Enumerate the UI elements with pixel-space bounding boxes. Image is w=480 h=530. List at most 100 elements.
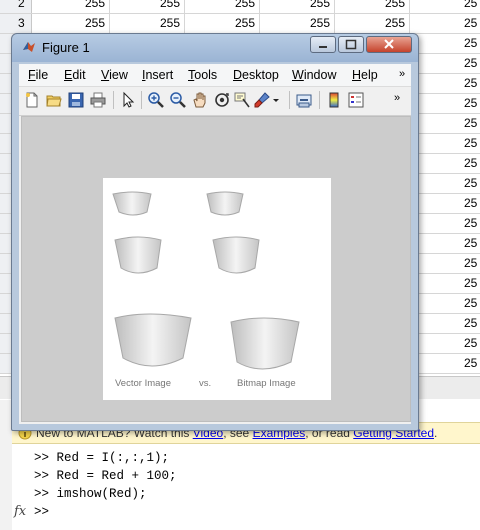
data-cursor-icon[interactable] [233, 91, 251, 109]
menu-label: esktop [242, 68, 279, 82]
table-cell[interactable]: 25 [410, 34, 480, 53]
table-cell[interactable]: 25 [410, 114, 480, 133]
figure-canvas: Vector Image vs. Bitmap Image [21, 116, 411, 422]
command-line: >> imshow(Red); [34, 487, 147, 501]
table-cell[interactable]: 25 [410, 354, 480, 373]
table-cell[interactable]: 255 [260, 14, 335, 33]
new-figure-icon[interactable] [23, 91, 41, 109]
table-cell[interactable]: 25 [410, 274, 480, 293]
toolbar-separator [141, 91, 142, 109]
menu-label: ools [194, 68, 218, 82]
row-header[interactable]: 2 [0, 0, 32, 13]
coffee-cup-image [112, 191, 300, 370]
table-cell[interactable]: 255 [335, 14, 410, 33]
table-cell[interactable]: 25 [410, 314, 480, 333]
toolbar-separator [289, 91, 290, 109]
minimize-icon [319, 46, 327, 48]
figure-toolbar: » [19, 87, 411, 116]
command-window[interactable]: >> Red = I(:,:,1); >> Red = Red + 100; >… [12, 444, 480, 530]
menu-mnemonic: W [292, 68, 304, 82]
close-button[interactable] [366, 36, 412, 53]
menu-mnemonic: D [233, 68, 243, 82]
image-caption-left: Vector Image [115, 378, 171, 389]
table-cell[interactable]: 255 [185, 0, 260, 13]
command-line: >> Red = I(:,:,1); [34, 451, 170, 465]
figure-window[interactable]: Figure 1 File Edit View Insert Tools Des… [11, 33, 419, 431]
menu-window[interactable]: Window [292, 68, 336, 82]
table-cell[interactable]: 255 [185, 14, 260, 33]
table-row: 3 255 255 255 255 255 25 [0, 14, 480, 34]
link-plot-icon[interactable] [295, 91, 313, 109]
zoom-out-icon[interactable] [169, 91, 187, 109]
menu-file[interactable]: File [28, 68, 48, 82]
table-cell[interactable]: 255 [260, 0, 335, 13]
image-caption-mid: vs. [199, 378, 212, 389]
brush-dropdown-chevron-down-icon[interactable] [271, 91, 281, 109]
print-icon[interactable] [89, 91, 107, 109]
menu-label: iew [109, 68, 128, 82]
menu-label: nsert [145, 68, 174, 82]
menu-view[interactable]: View [101, 68, 128, 82]
table-cell[interactable]: 25 [410, 334, 480, 353]
menu-desktop[interactable]: Desktop [233, 68, 279, 82]
command-prompt[interactable]: >> [34, 505, 57, 519]
figure-menubar: File Edit View Insert Tools Desktop Wind… [19, 64, 411, 87]
rotate-3d-icon[interactable] [213, 91, 231, 109]
window-title: Figure 1 [42, 40, 90, 55]
table-cell[interactable]: 255 [110, 0, 185, 13]
table-cell[interactable]: 25 [410, 174, 480, 193]
menu-label: dit [72, 68, 86, 82]
maximize-icon [345, 39, 357, 50]
table-cell[interactable]: 25 [410, 0, 480, 13]
table-cell[interactable]: 255 [110, 14, 185, 33]
menu-label: elp [361, 68, 378, 82]
table-cell[interactable]: 25 [410, 234, 480, 253]
table-row: 2 255 255 255 255 255 25 [0, 0, 480, 14]
menu-mnemonic: F [28, 68, 36, 82]
toolbar-separator [319, 91, 320, 109]
displayed-image: Vector Image vs. Bitmap Image [103, 178, 331, 400]
menu-edit[interactable]: Edit [64, 68, 86, 82]
menu-overflow-chevron[interactable]: » [399, 68, 405, 80]
menu-mnemonic: H [352, 68, 362, 82]
table-cell[interactable]: 25 [410, 94, 480, 113]
edit-plot-arrow-icon[interactable] [119, 91, 137, 109]
table-cell[interactable]: 255 [32, 0, 110, 13]
zoom-in-icon[interactable] [147, 91, 165, 109]
table-cell[interactable]: 25 [410, 294, 480, 313]
insert-colorbar-icon[interactable] [325, 91, 343, 109]
toolbar-separator [113, 91, 114, 109]
menu-tools[interactable]: Tools [188, 68, 217, 82]
table-cell[interactable]: 25 [410, 254, 480, 273]
open-file-icon[interactable] [45, 91, 63, 109]
brush-icon[interactable] [253, 91, 271, 109]
minimize-button[interactable] [310, 36, 336, 53]
table-cell[interactable]: 25 [410, 14, 480, 33]
table-cell[interactable]: 25 [410, 154, 480, 173]
toolbar-overflow-chevron[interactable]: » [394, 92, 400, 104]
close-icon [384, 39, 394, 49]
figure-client-area: File Edit View Insert Tools Desktop Wind… [19, 64, 411, 424]
maximize-button[interactable] [338, 36, 364, 53]
menu-label: indow [303, 68, 337, 82]
table-cell[interactable]: 25 [410, 54, 480, 73]
table-cell[interactable]: 25 [410, 194, 480, 213]
function-browser-icon[interactable]: fx [14, 504, 26, 519]
matlab-logo-icon [23, 42, 35, 52]
menu-mnemonic: V [101, 68, 110, 82]
image-caption-right: Bitmap Image [237, 378, 296, 389]
table-cell[interactable]: 25 [410, 214, 480, 233]
menu-insert[interactable]: Insert [142, 68, 173, 82]
insert-legend-icon[interactable] [347, 91, 365, 109]
table-cell[interactable]: 255 [32, 14, 110, 33]
menu-label: ile [35, 68, 49, 82]
row-header[interactable]: 3 [0, 14, 32, 33]
command-line: >> Red = Red + 100; [34, 469, 177, 483]
help-text-suffix: . [434, 426, 438, 440]
table-cell[interactable]: 25 [410, 74, 480, 93]
pan-hand-icon[interactable] [191, 91, 209, 109]
save-icon[interactable] [67, 91, 85, 109]
table-cell[interactable]: 255 [335, 0, 410, 13]
table-cell[interactable]: 25 [410, 134, 480, 153]
menu-help[interactable]: Help [352, 68, 378, 82]
